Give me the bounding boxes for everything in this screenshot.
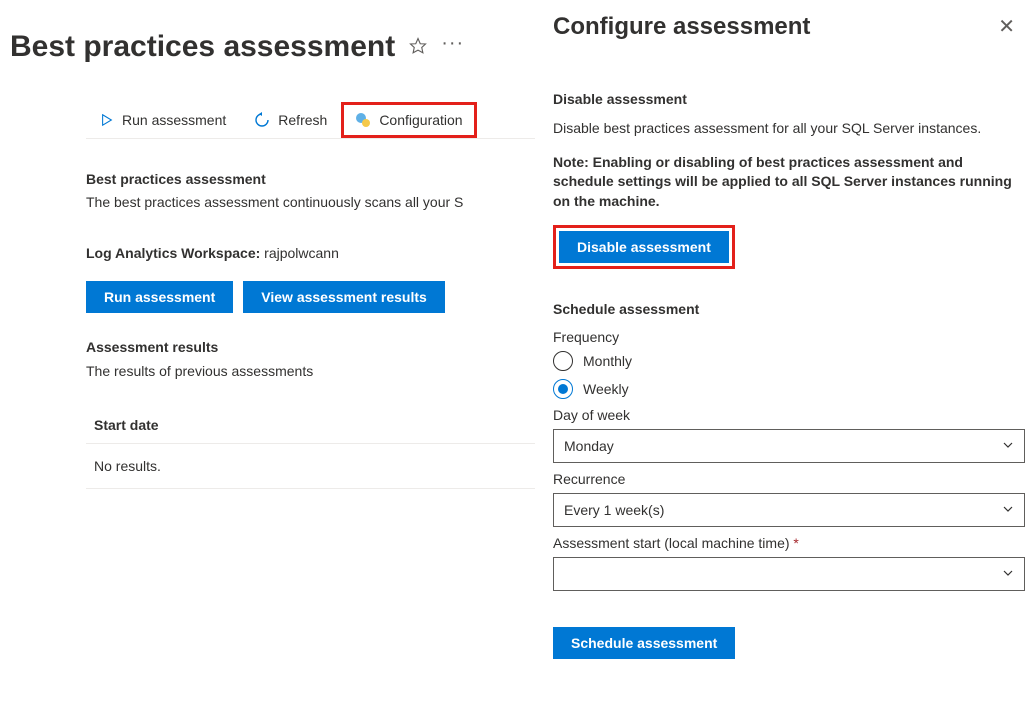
recurrence-label: Recurrence [553,471,1025,487]
table-empty-row: No results. [86,444,540,489]
action-buttons: Run assessment View assessment results [86,281,540,313]
close-icon[interactable]: ✕ [988,10,1025,43]
more-actions-icon[interactable]: ··· [441,32,464,55]
table-header-startdate: Start date [86,407,540,444]
chevron-down-icon [1002,438,1014,454]
start-time-label: Assessment start (local machine time) * [553,535,1025,551]
run-assessment-label: Run assessment [122,112,226,128]
dayofweek-label: Day of week [553,407,1025,423]
freq-weekly-label: Weekly [583,381,629,397]
dayofweek-select[interactable]: Monday [553,429,1025,463]
intro-desc: The best practices assessment continuous… [86,193,540,213]
frequency-weekly-radio[interactable]: Weekly [553,379,1025,399]
disable-desc: Disable best practices assessment for al… [553,119,1025,139]
recurrence-select[interactable]: Every 1 week(s) [553,493,1025,527]
frequency-label: Frequency [553,329,1025,345]
radio-unchecked-icon [553,351,573,371]
refresh-icon [254,112,270,128]
configure-panel: Configure assessment ✕ Disable assessmen… [535,0,1033,720]
schedule-button-row: Schedule assessment [553,627,1025,659]
frequency-monthly-radio[interactable]: Monthly [553,351,1025,371]
recurrence-value: Every 1 week(s) [564,502,664,518]
start-time-select[interactable] [553,557,1025,591]
refresh-label: Refresh [278,112,327,128]
intro-section: Best practices assessment The best pract… [86,171,540,213]
run-assessment-toolbar-button[interactable]: Run assessment [86,102,240,138]
configuration-toolbar-button[interactable]: Configuration [341,102,476,138]
chevron-down-icon [1002,502,1014,518]
play-icon [100,113,114,127]
disable-button-highlight: Disable assessment [553,225,735,269]
page-header: Best practices assessment ··· [10,30,540,64]
schedule-heading: Schedule assessment [553,301,1025,317]
panel-title: Configure assessment [553,13,810,41]
configuration-label: Configuration [379,112,462,128]
intro-heading: Best practices assessment [86,171,540,187]
view-results-button[interactable]: View assessment results [243,281,445,313]
disable-assessment-button[interactable]: Disable assessment [559,231,729,263]
main-content: Best practices assessment ··· Run assess… [0,0,540,489]
freq-monthly-label: Monthly [583,353,632,369]
start-time-label-text: Assessment start (local machine time) [553,535,790,551]
results-desc: The results of previous assessments [86,363,540,379]
panel-header: Configure assessment ✕ [553,10,1025,43]
command-toolbar: Run assessment Refresh Configuration [86,102,540,139]
gear-icon [355,112,371,128]
results-heading: Assessment results [86,339,540,355]
workspace-label: Log Analytics Workspace: [86,245,260,261]
refresh-toolbar-button[interactable]: Refresh [240,102,341,138]
workspace-info: Log Analytics Workspace: rajpolwcann [86,245,540,261]
results-section: Assessment results The results of previo… [86,339,540,489]
favorite-star-icon[interactable] [409,37,427,58]
run-assessment-button[interactable]: Run assessment [86,281,233,313]
required-asterisk: * [793,535,798,551]
workspace-value: rajpolwcann [264,245,339,261]
chevron-down-icon [1002,566,1014,582]
radio-checked-icon [553,379,573,399]
schedule-assessment-button[interactable]: Schedule assessment [553,627,735,659]
page-title: Best practices assessment [10,30,395,64]
disable-heading: Disable assessment [553,91,1025,107]
disable-note: Note: Enabling or disabling of best prac… [553,153,1025,212]
dayofweek-value: Monday [564,438,614,454]
